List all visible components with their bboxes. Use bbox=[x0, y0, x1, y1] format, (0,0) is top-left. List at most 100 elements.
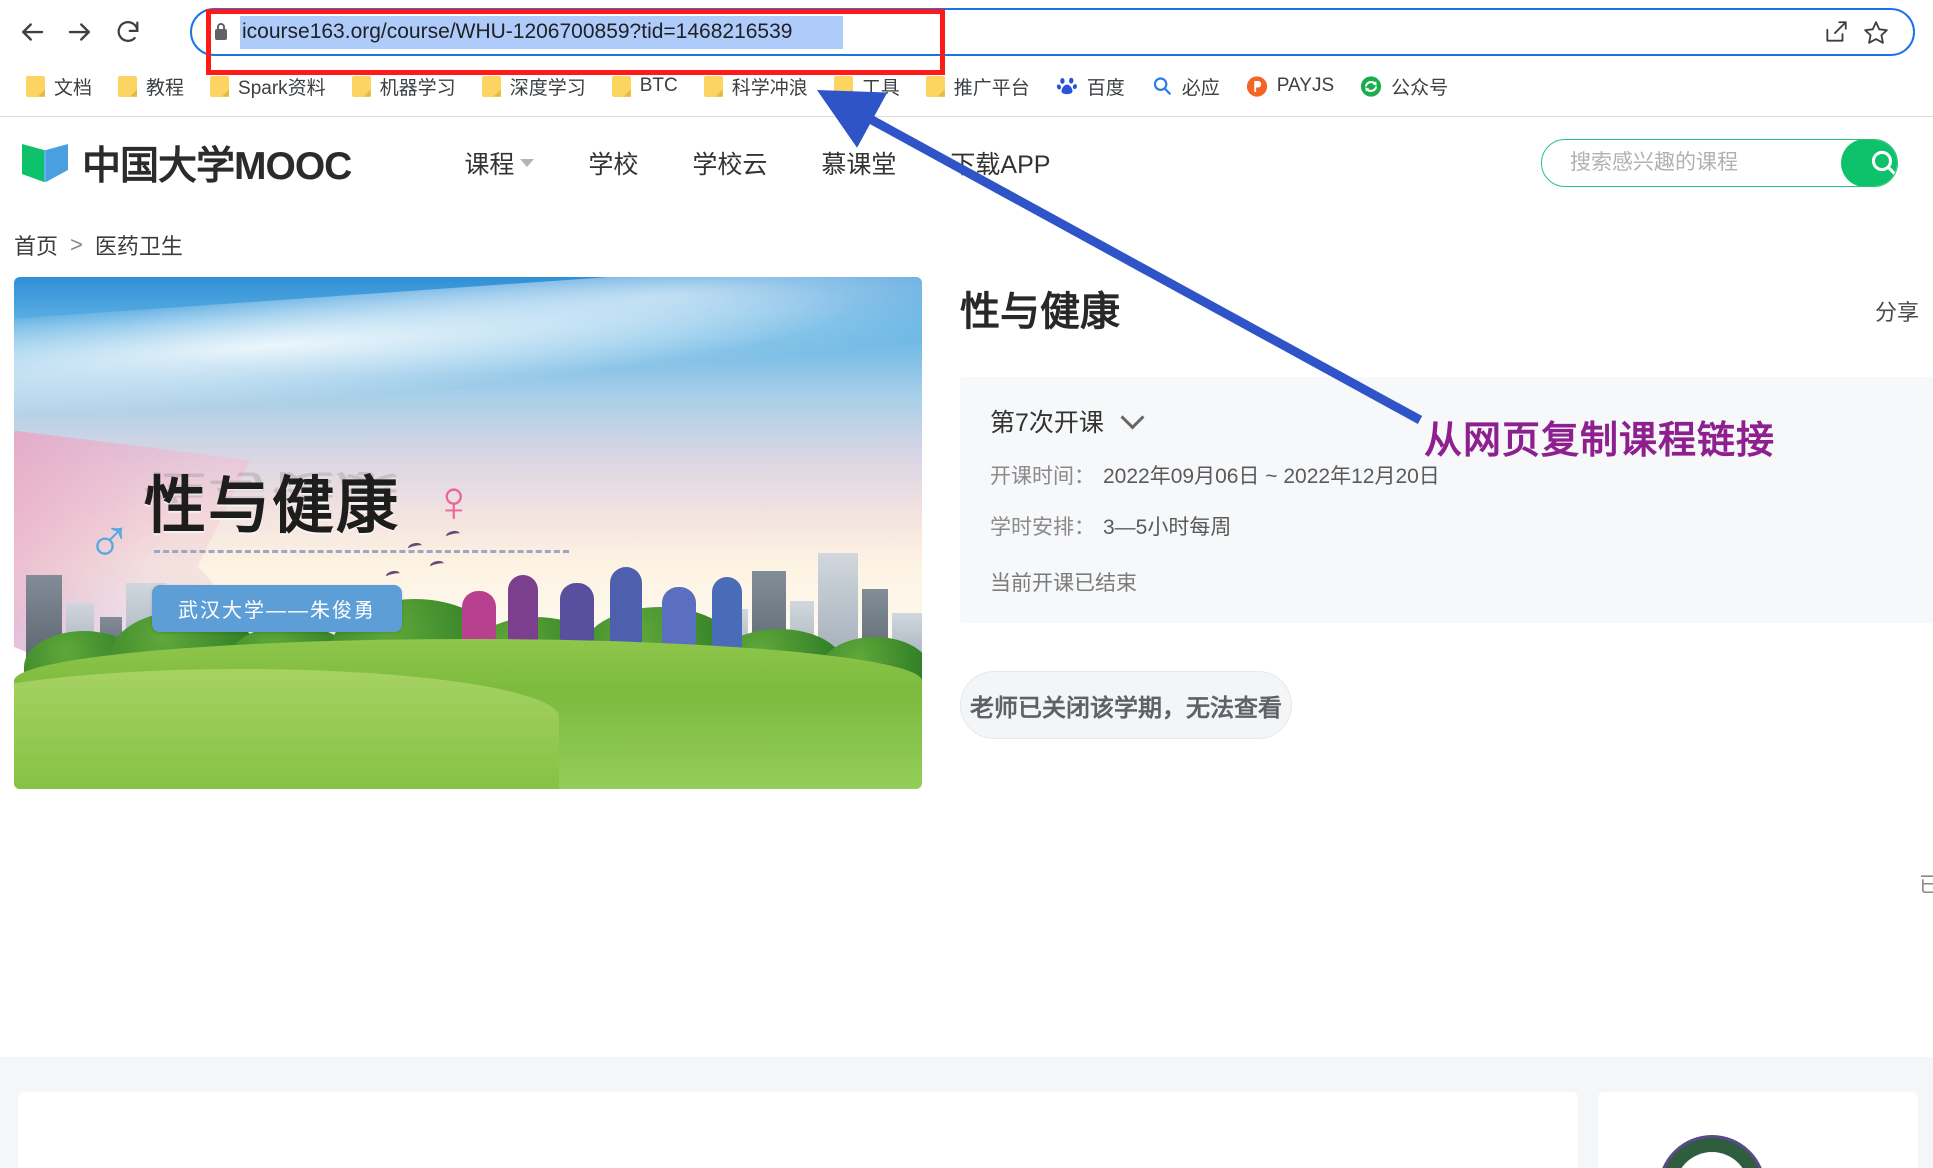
bookmark-label: PAYJS bbox=[1276, 75, 1335, 96]
bookmark-label: BTC bbox=[639, 75, 678, 96]
bookmark-item[interactable]: 科学冲浪 bbox=[694, 69, 818, 104]
bookmark-item[interactable]: 百度 bbox=[1046, 69, 1135, 104]
site-logo-text: 中国大学MOOC bbox=[82, 145, 352, 188]
bookmark-item[interactable]: 文档 bbox=[16, 69, 102, 104]
breadcrumb-category[interactable]: 医药卫生 bbox=[95, 229, 183, 261]
mooc-book-logo-icon bbox=[20, 140, 72, 186]
bookmark-label: 公众号 bbox=[1391, 77, 1449, 99]
breadcrumb-separator: > bbox=[70, 232, 83, 257]
term-label: 第7次开课 bbox=[990, 409, 1104, 437]
nav-label: 学校云 bbox=[692, 151, 768, 179]
chevron-down-icon[interactable] bbox=[1120, 404, 1145, 430]
bookmark-item[interactable]: 必应 bbox=[1141, 69, 1230, 104]
bookmark-item[interactable]: 工具 bbox=[824, 69, 910, 104]
banner-male-symbol: ♂ bbox=[86, 505, 133, 574]
nav-item-courses[interactable]: 课程 bbox=[437, 145, 561, 181]
course-status-text: 当前开课已结束 bbox=[990, 572, 1137, 595]
bookmark-label: 教程 bbox=[146, 77, 185, 99]
baidu-paw-icon bbox=[1056, 75, 1078, 97]
course-hours-row: 学时安排： 3—5小时每周 bbox=[990, 511, 1933, 541]
folder-icon bbox=[833, 75, 853, 97]
bookmark-item[interactable]: 深度学习 bbox=[472, 69, 596, 104]
search-box[interactable] bbox=[1541, 139, 1898, 187]
main-navigation: 课程 学校 学校云 慕课堂 下载APP bbox=[437, 145, 1077, 181]
nav-item-mooc-classroom[interactable]: 慕课堂 bbox=[794, 145, 923, 181]
banner-sky bbox=[14, 277, 922, 435]
clipped-status-text: 已 bbox=[1919, 874, 1933, 897]
bookmark-label: Spark资料 bbox=[238, 77, 326, 99]
payjs-icon bbox=[1246, 75, 1268, 97]
folder-icon bbox=[925, 75, 945, 97]
site-header: 中国大学MOOC 课程 学校 学校云 慕课堂 下载APP bbox=[0, 117, 1933, 209]
bookmark-item[interactable]: 公众号 bbox=[1350, 69, 1458, 104]
university-card: 武汉 WUHAN UI bbox=[1598, 1092, 1918, 1168]
chevron-down-icon bbox=[520, 159, 535, 167]
nav-label: 学校 bbox=[588, 151, 639, 179]
screenshot-root: icourse163.org/course/WHU-1206700859?tid… bbox=[0, 0, 1933, 1168]
course-closed-button[interactable]: 老师已关闭该学期，无法查看 bbox=[960, 671, 1292, 739]
wechat-refresh-icon bbox=[1360, 75, 1382, 97]
hours-key: 学时安排： bbox=[990, 516, 1095, 539]
banner-divider bbox=[154, 550, 569, 553]
site-logo[interactable]: 中国大学MOOC bbox=[20, 135, 352, 191]
star-icon[interactable] bbox=[1863, 19, 1889, 45]
search-button[interactable] bbox=[1841, 140, 1897, 186]
banner-title: 性与健康 bbox=[144, 472, 401, 541]
annotation-text: 从网页复制课程链接 bbox=[1424, 420, 1776, 462]
bookmark-item[interactable]: BTC bbox=[602, 71, 688, 101]
university-name-cn: 武汉 bbox=[1788, 1156, 1886, 1168]
bookmark-item[interactable]: PAYJS bbox=[1236, 71, 1344, 101]
forward-button[interactable] bbox=[56, 8, 104, 56]
bookmark-label: 推广平台 bbox=[953, 77, 1030, 99]
nav-item-school-cloud[interactable]: 学校云 bbox=[665, 145, 794, 181]
course-detail-tabs: 课程详情 课程评价(124) bbox=[18, 1092, 1578, 1168]
course-overview: ♂ 性与健康 性与健康 ♀ 武汉大学——朱俊勇 性与健康 分享 第7次开课 开课… bbox=[0, 277, 1933, 897]
schedule-key: 开课时间： bbox=[990, 465, 1095, 488]
share-icon[interactable] bbox=[1823, 19, 1849, 45]
folder-icon bbox=[26, 75, 45, 97]
course-schedule-row: 开课时间： 2022年09月06日 ~ 2022年12月20日 bbox=[990, 460, 1933, 490]
nav-label: 下载APP bbox=[950, 151, 1051, 179]
bookmark-item[interactable]: 机器学习 bbox=[342, 69, 466, 104]
nav-item-schools[interactable]: 学校 bbox=[561, 145, 665, 181]
bookmark-item[interactable]: 推广平台 bbox=[916, 69, 1040, 104]
search-input[interactable] bbox=[1542, 151, 1841, 175]
folder-icon bbox=[611, 75, 631, 97]
nav-label: 慕课堂 bbox=[821, 151, 897, 179]
hours-value: 3—5小时每周 bbox=[1103, 516, 1232, 539]
breadcrumb: 首页 > 医药卫生 bbox=[14, 229, 1933, 261]
breadcrumb-home[interactable]: 首页 bbox=[14, 229, 58, 261]
bookmark-label: 深度学习 bbox=[509, 77, 586, 99]
course-detail-card: 课程详情 课程评价(124) bbox=[18, 1092, 1578, 1168]
bookmark-item[interactable]: Spark资料 bbox=[200, 69, 336, 104]
banner-grass-foreground bbox=[14, 669, 559, 789]
folder-icon bbox=[118, 75, 138, 97]
schedule-value: 2022年09月06日 ~ 2022年12月20日 bbox=[1103, 465, 1440, 488]
course-info-column: 性与健康 分享 第7次开课 开课时间： 2022年09月06日 ~ 2022年12… bbox=[960, 277, 1933, 739]
wuhan-university-emblem-icon bbox=[1658, 1134, 1766, 1168]
bookmark-label: 工具 bbox=[861, 77, 900, 99]
browser-chrome: icourse163.org/course/WHU-1206700859?tid… bbox=[0, 0, 1933, 117]
banner-female-symbol: ♀ bbox=[432, 469, 476, 534]
nav-label: 课程 bbox=[464, 151, 515, 179]
bookmark-item[interactable]: 教程 bbox=[108, 69, 194, 104]
address-bar[interactable]: icourse163.org/course/WHU-1206700859?tid… bbox=[190, 8, 1915, 56]
bookmark-label: 必应 bbox=[1181, 77, 1220, 99]
folder-icon bbox=[703, 75, 723, 97]
nav-item-download-app[interactable]: 下载APP bbox=[923, 145, 1077, 181]
reload-button[interactable] bbox=[104, 8, 152, 56]
site-info-icon[interactable] bbox=[210, 21, 232, 43]
bookmark-label: 百度 bbox=[1086, 77, 1125, 99]
bookmarks-bar: 文档 教程 Spark资料 机器学习 深度学习 BTC 科学冲浪 工具 推广平台… bbox=[16, 62, 1464, 110]
bookmark-label: 科学冲浪 bbox=[731, 77, 808, 99]
folder-icon bbox=[481, 75, 501, 97]
address-bar-actions bbox=[1823, 19, 1889, 45]
course-banner-image: ♂ 性与健康 性与健康 ♀ 武汉大学——朱俊勇 bbox=[14, 277, 922, 789]
back-button[interactable] bbox=[8, 8, 56, 56]
share-button[interactable]: 分享 bbox=[1875, 295, 1919, 327]
url-text[interactable]: icourse163.org/course/WHU-1206700859?tid… bbox=[240, 15, 843, 49]
browser-nav-buttons bbox=[8, 8, 152, 56]
page-content: 中国大学MOOC 课程 学校 学校云 慕课堂 下载APP 首页 bbox=[0, 117, 1933, 1168]
bookmark-label: 文档 bbox=[54, 77, 93, 99]
folder-icon bbox=[210, 75, 230, 97]
